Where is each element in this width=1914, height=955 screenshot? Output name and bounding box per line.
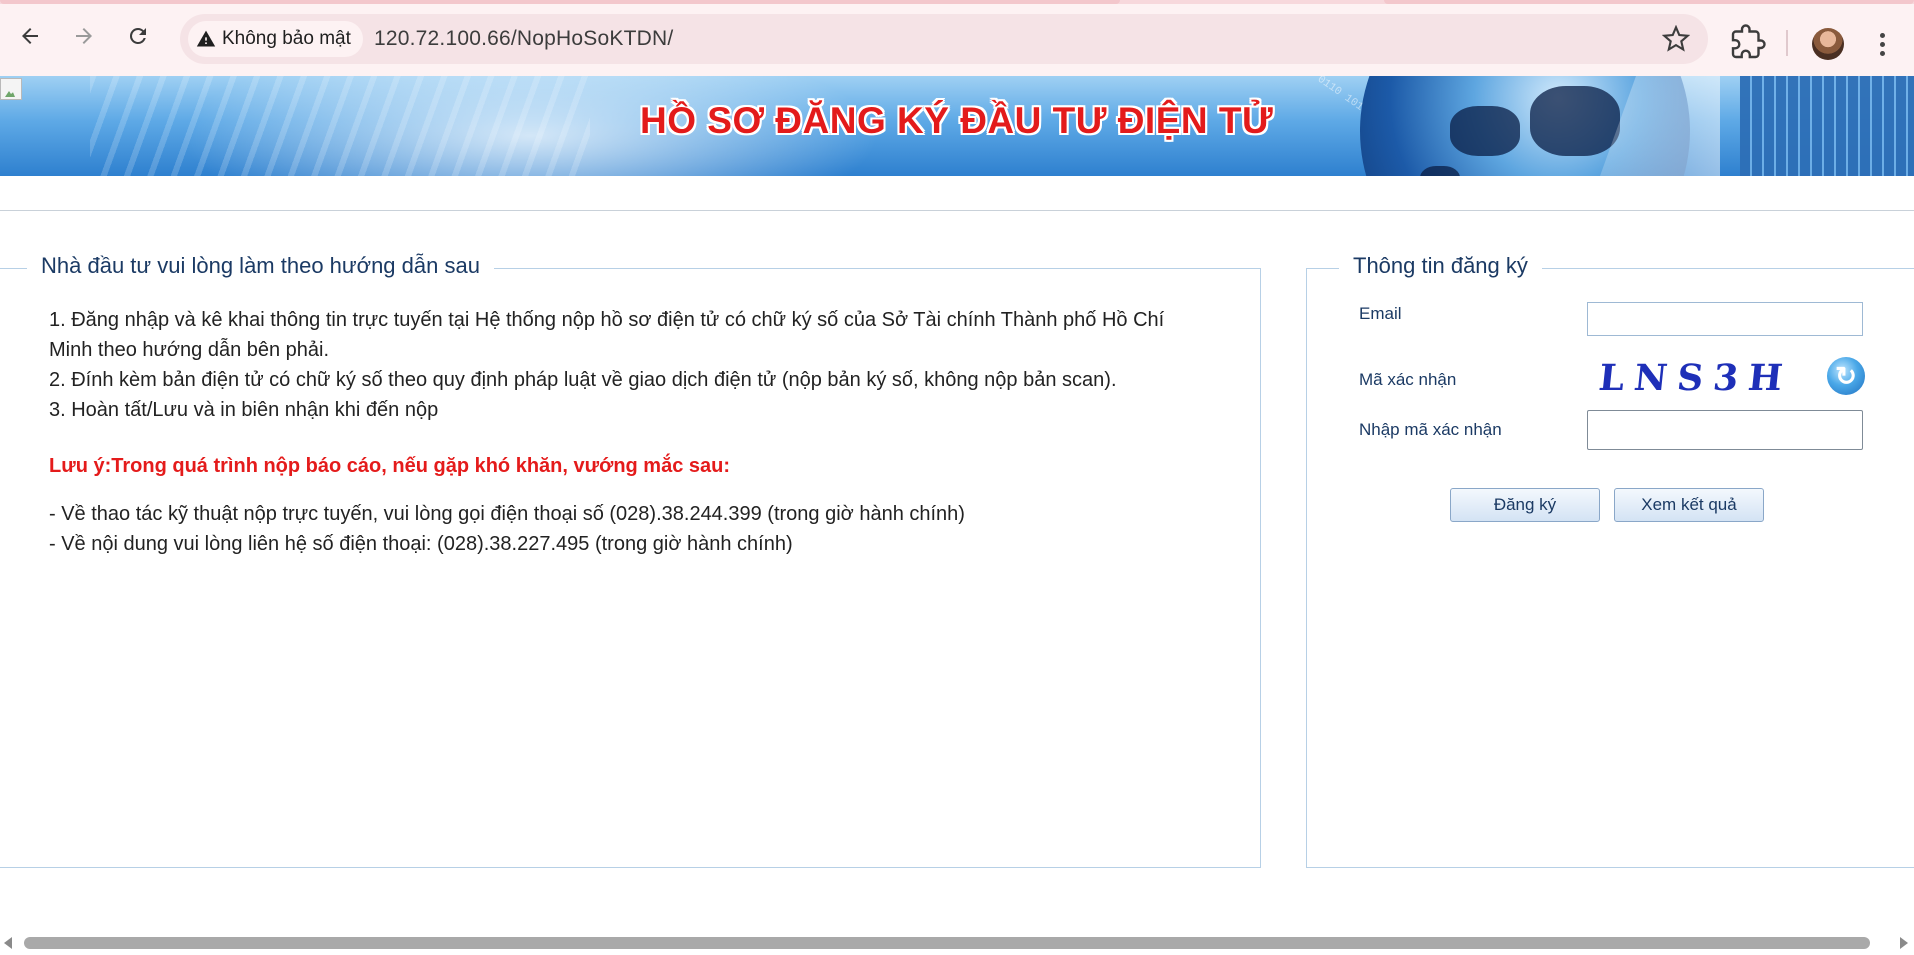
captcha-code-field[interactable] (1587, 410, 1863, 450)
browser-toolbar: Không bảo mật 120.72.100.66/NopHoSoKTDN/ (0, 4, 1914, 76)
forward-button[interactable] (66, 18, 102, 54)
instruction-step: 1. Đăng nhập và kê khai thông tin trực t… (49, 309, 1165, 361)
banner-title: HỒ SƠ ĐĂNG KÝ ĐẦU TƯ ĐIỆN TỬ (640, 100, 1274, 141)
view-result-button[interactable]: Xem kết quả (1614, 488, 1764, 522)
warning-icon (196, 30, 216, 47)
captcha-image: LNS3H (1596, 357, 1795, 399)
reload-icon (129, 27, 146, 44)
url-text[interactable]: 120.72.100.66/NopHoSoKTDN/ (374, 27, 673, 51)
scrollbar-thumb[interactable] (24, 937, 1870, 949)
contact-list: - Về thao tác kỹ thuật nộp trực tuyến, v… (49, 499, 965, 559)
contact-line: - Về thao tác kỹ thuật nộp trực tuyến, v… (49, 503, 965, 525)
refresh-captcha-icon[interactable]: ↻ (1827, 357, 1865, 395)
contact-line: - Về nội dung vui lòng liên hệ số điện t… (49, 533, 793, 555)
instruction-step: 3. Hoàn tất/Lưu và in biên nhận khi đến … (49, 399, 439, 421)
instructions-panel: Nhà đầu tư vui lòng làm theo hướng dẫn s… (0, 253, 1261, 868)
reload-button[interactable] (120, 18, 156, 54)
extensions-icon[interactable] (1730, 24, 1766, 60)
banner-rays (90, 76, 590, 176)
building-image (1740, 76, 1914, 176)
menu-icon[interactable] (1866, 26, 1898, 62)
horizontal-scrollbar[interactable] (0, 930, 1914, 955)
avatar[interactable] (1812, 28, 1844, 60)
forward-icon (76, 28, 92, 44)
instructions-legend: Nhà đầu tư vui lòng làm theo hướng dẫn s… (27, 253, 494, 279)
registration-legend: Thông tin đăng ký (1339, 253, 1542, 279)
address-bar[interactable]: Không bảo mật 120.72.100.66/NopHoSoKTDN/ (180, 14, 1708, 64)
register-button[interactable]: Đăng ký (1450, 488, 1600, 522)
note-heading: Lưu ý:Trong quá trình nộp báo cáo, nếu g… (49, 455, 731, 477)
scroll-left-icon[interactable] (4, 937, 12, 949)
email-label: Email (1359, 304, 1402, 323)
registration-panel: Thông tin đăng ký Email Mã xác nhận LNS3… (1306, 253, 1914, 868)
security-label: Không bảo mật (222, 28, 351, 49)
back-icon (22, 28, 38, 44)
back-button[interactable] (12, 18, 48, 54)
site-banner: 0101 1001 0110 1010 0011 HỒ SƠ ĐĂNG KÝ Đ… (0, 76, 1914, 176)
star-icon[interactable] (1662, 25, 1690, 53)
code-label: Nhập mã xác nhận (1359, 420, 1502, 439)
scroll-right-icon[interactable] (1900, 937, 1908, 949)
security-chip[interactable]: Không bảo mật (188, 21, 363, 57)
captcha-label: Mã xác nhận (1359, 370, 1457, 389)
broken-image-icon (0, 78, 22, 100)
instruction-steps: 1. Đăng nhập và kê khai thông tin trực t… (49, 305, 1199, 425)
separator (0, 210, 1914, 211)
email-field[interactable] (1587, 302, 1863, 336)
toolbar-divider (1786, 30, 1788, 56)
instruction-step: 2. Đính kèm bản điện tử có chữ ký số the… (49, 369, 1117, 391)
